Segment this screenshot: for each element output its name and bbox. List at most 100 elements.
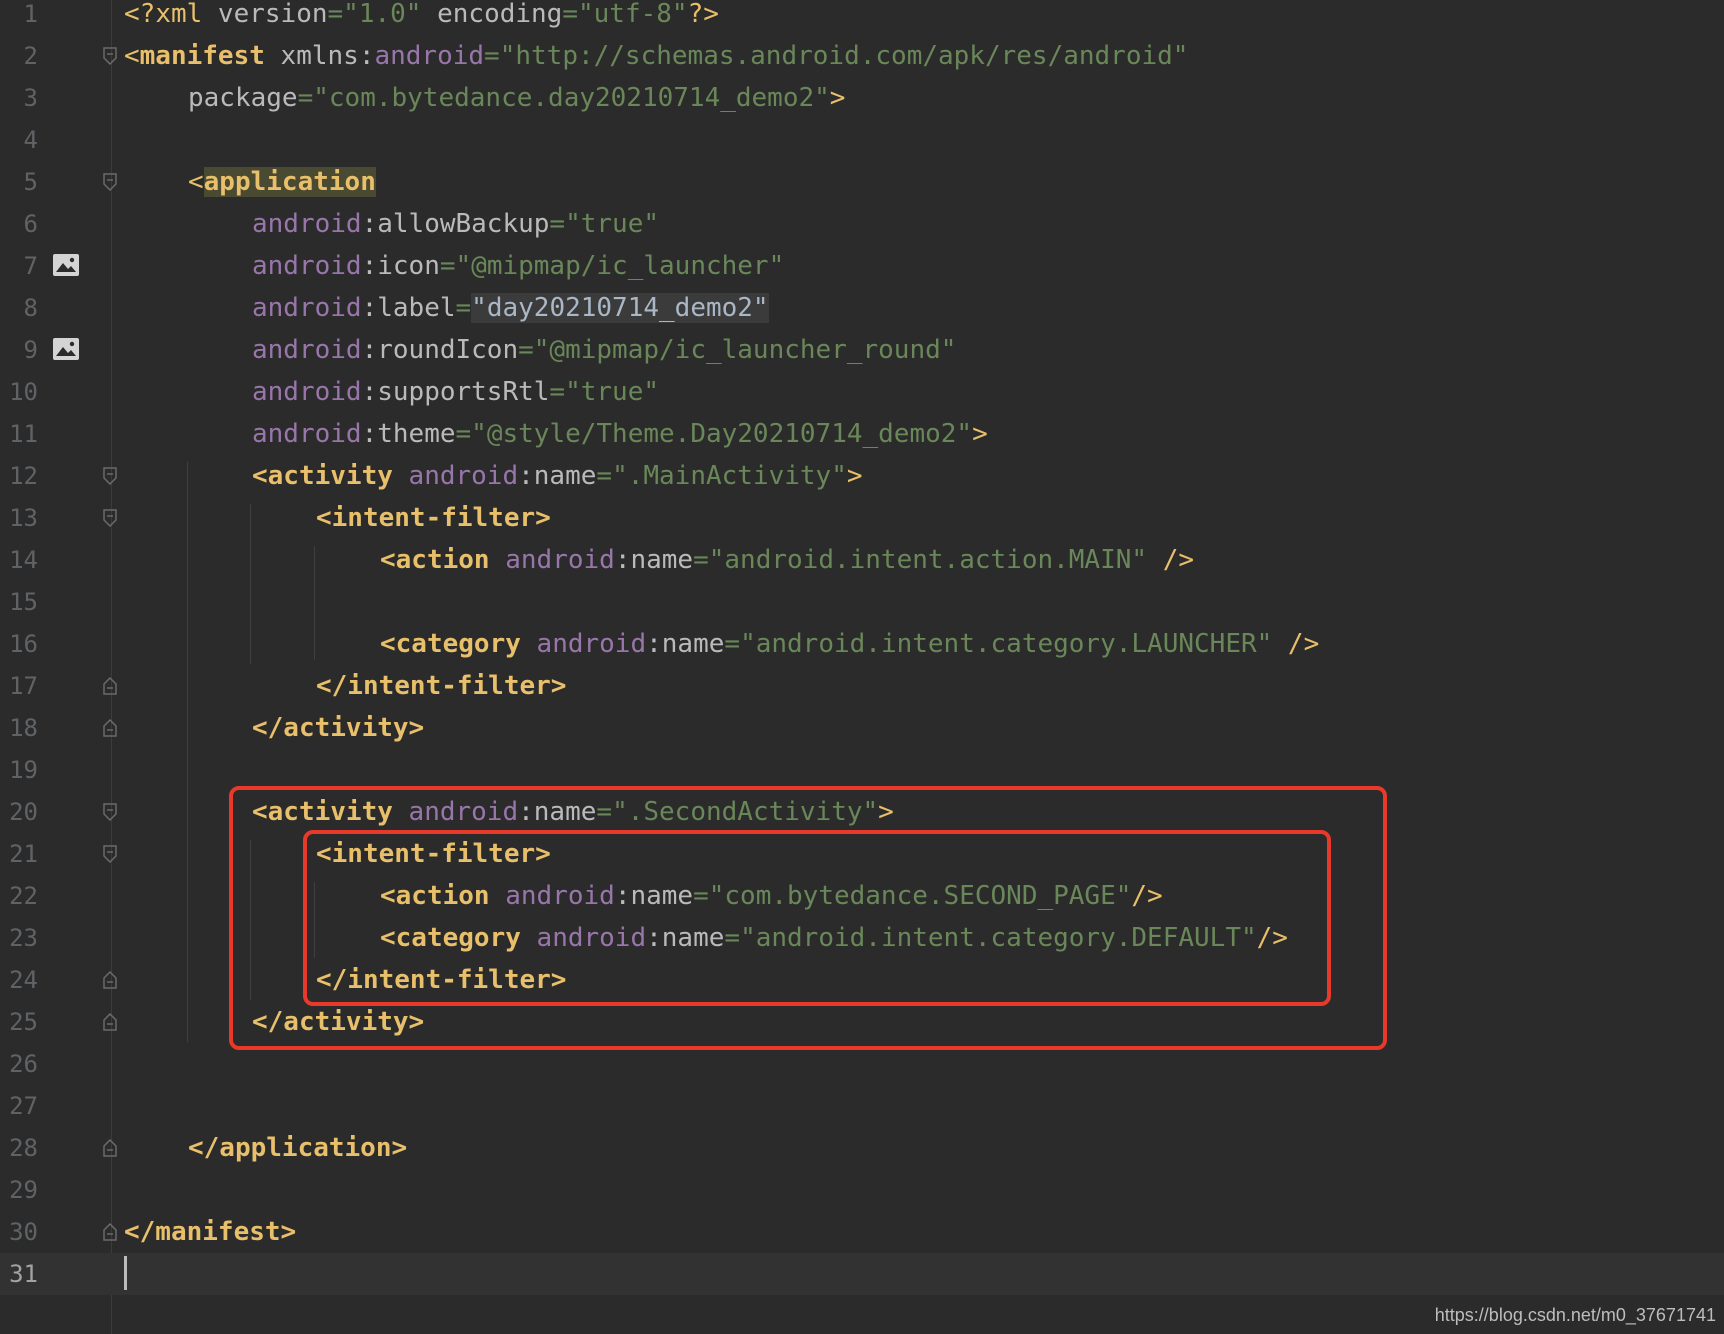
fold-end-icon[interactable] xyxy=(103,719,117,737)
code-line[interactable]: 29 xyxy=(0,1169,1724,1211)
token: : xyxy=(361,293,378,323)
code-line[interactable]: 18 </activity> xyxy=(0,707,1724,749)
line-number: 23 xyxy=(9,924,38,952)
code-text[interactable]: </manifest> xyxy=(124,1211,296,1253)
code-line[interactable]: 5 <application xyxy=(0,161,1724,203)
code-editor[interactable]: 1 <?xml version="1.0" encoding="utf-8"?>… xyxy=(0,0,1724,1334)
code-line[interactable]: 14 <action android:name="android.intent.… xyxy=(0,539,1724,581)
code-text[interactable]: </application> xyxy=(188,1127,407,1169)
token: <activity xyxy=(252,461,393,491)
code-line[interactable]: 17 </intent-filter> xyxy=(0,665,1724,707)
token: "true" xyxy=(565,377,659,407)
token: "@mipmap/ic_launcher_round" xyxy=(533,335,957,365)
line-number: 11 xyxy=(9,420,38,448)
token: android xyxy=(520,629,647,659)
code-line[interactable]: 3 package="com.bytedance.day20210714_dem… xyxy=(0,77,1724,119)
line-number: 24 xyxy=(9,966,38,994)
code-line[interactable]: 13 <intent-filter> xyxy=(0,497,1724,539)
code-line[interactable]: 28 </application> xyxy=(0,1127,1724,1169)
line-number: 10 xyxy=(9,378,38,406)
code-line[interactable]: 12 <activity android:name=".MainActivity… xyxy=(0,455,1724,497)
code-text[interactable]: android:label="day20210714_demo2" xyxy=(252,287,769,329)
code-line[interactable]: 30 </manifest> xyxy=(0,1211,1724,1253)
fold-end-icon[interactable] xyxy=(103,1013,117,1031)
line-number: 1 xyxy=(23,0,38,28)
line-number: 25 xyxy=(9,1008,38,1036)
code-text[interactable]: </intent-filter> xyxy=(316,665,566,707)
token: android xyxy=(252,419,362,449)
token: "http://schemas.android.com/apk/res/andr… xyxy=(499,41,1189,71)
code-text[interactable]: <application xyxy=(188,161,376,203)
code-line[interactable]: 11 android:theme="@style/Theme.Day202107… xyxy=(0,413,1724,455)
code-text[interactable]: android:roundIcon="@mipmap/ic_launcher_r… xyxy=(252,329,956,371)
code-line[interactable]: 19 xyxy=(0,749,1724,791)
fold-end-icon[interactable] xyxy=(103,971,117,989)
code-line[interactable]: 8 android:label="day20210714_demo2" xyxy=(0,287,1724,329)
code-text[interactable]: <manifest xmlns:android="http://schemas.… xyxy=(124,35,1188,77)
token: = xyxy=(549,377,566,407)
token: < xyxy=(124,41,140,71)
code-text[interactable]: package="com.bytedance.day20210714_demo2… xyxy=(188,77,845,119)
code-text[interactable]: <action android:name="android.intent.act… xyxy=(380,539,1194,581)
token: "android.intent.action.MAIN" xyxy=(708,545,1148,575)
token: "@style/Theme.Day20210714_demo2" xyxy=(471,419,973,449)
line-number: 21 xyxy=(9,840,38,868)
line-number: 14 xyxy=(9,546,38,574)
token: = xyxy=(484,41,500,71)
token: = xyxy=(439,251,456,281)
code-line[interactable]: 16 <category android:name="android.inten… xyxy=(0,623,1724,665)
token: "utf-8" xyxy=(578,0,688,29)
code-line[interactable]: 27 xyxy=(0,1085,1724,1127)
code-text[interactable]: android:allowBackup="true" xyxy=(252,203,659,245)
line-number: 27 xyxy=(9,1092,38,1120)
code-line[interactable]: 7 android:icon="@mipmap/ic_launcher" xyxy=(0,245,1724,287)
fold-end-icon[interactable] xyxy=(103,677,117,695)
code-line-current[interactable]: 31 xyxy=(0,1253,1724,1295)
code-line[interactable]: 6 android:allowBackup="true" xyxy=(0,203,1724,245)
fold-collapse-icon[interactable] xyxy=(103,173,117,191)
token: : xyxy=(361,419,378,449)
fold-end-icon[interactable] xyxy=(103,1139,117,1157)
line-number: 8 xyxy=(23,294,38,322)
code-text[interactable]: </activity> xyxy=(252,707,424,749)
code-text[interactable]: <category android:name="android.intent.c… xyxy=(380,623,1319,665)
token: android xyxy=(489,545,615,575)
fold-collapse-icon[interactable] xyxy=(103,803,117,821)
token: = xyxy=(518,335,534,365)
token: allowBackup xyxy=(377,209,550,239)
token: name xyxy=(661,629,725,659)
token: manifest xyxy=(139,41,265,71)
code-line[interactable]: 10 android:supportsRtl="true" xyxy=(0,371,1724,413)
line-number: 3 xyxy=(23,84,38,112)
code-line[interactable]: 1 <?xml version="1.0" encoding="utf-8"?> xyxy=(0,0,1724,35)
code-text[interactable]: android:supportsRtl="true" xyxy=(252,371,659,413)
code-text[interactable]: <intent-filter> xyxy=(316,497,551,539)
token: android xyxy=(392,461,519,491)
line-number: 17 xyxy=(9,672,38,700)
token: ".MainActivity" xyxy=(612,461,847,491)
image-preview-icon[interactable] xyxy=(52,337,80,361)
token: xmlns xyxy=(264,41,359,71)
token: </manifest> xyxy=(124,1217,297,1247)
fold-collapse-icon[interactable] xyxy=(103,467,117,485)
code-line[interactable]: 9 android:roundIcon="@mipmap/ic_launcher… xyxy=(0,329,1724,371)
token: : xyxy=(361,251,378,281)
fold-collapse-icon[interactable] xyxy=(103,509,117,527)
code-text[interactable]: android:theme="@style/Theme.Day20210714_… xyxy=(252,413,988,455)
token: /> xyxy=(1272,629,1320,659)
code-line[interactable]: 2 <manifest xmlns:android="http://schema… xyxy=(0,35,1724,77)
token: android xyxy=(252,251,362,281)
code-text[interactable]: <?xml version="1.0" encoding="utf-8"?> xyxy=(124,0,719,35)
code-line[interactable]: 15 xyxy=(0,581,1724,623)
code-text[interactable]: <activity android:name=".MainActivity"> xyxy=(252,455,863,497)
line-number: 6 xyxy=(23,210,38,238)
token: package xyxy=(188,83,298,113)
fold-end-icon[interactable] xyxy=(103,1223,117,1241)
fold-collapse-icon[interactable] xyxy=(103,47,117,65)
line-number: 7 xyxy=(23,252,38,280)
fold-collapse-icon[interactable] xyxy=(103,845,117,863)
code-text[interactable]: android:icon="@mipmap/ic_launcher" xyxy=(252,245,784,287)
token: > xyxy=(846,461,863,491)
image-preview-icon[interactable] xyxy=(52,253,80,277)
code-line[interactable]: 4 xyxy=(0,119,1724,161)
